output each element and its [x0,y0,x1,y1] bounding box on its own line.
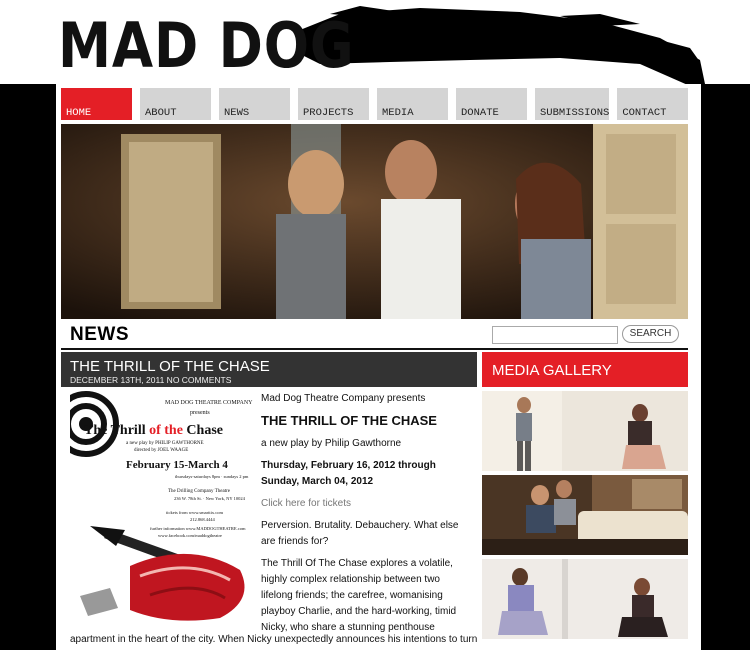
nav-home[interactable]: Home [61,88,132,120]
hero-photo [61,124,688,319]
poster-image[interactable]: MAD DOG THEATRE COMPANY presents The Thr… [70,390,255,626]
nav-contact[interactable]: Contact [617,88,689,120]
poster-company: MAD DOG THEATRE COMPANY [165,400,253,406]
post-body: Mad Dog Theatre Company presents THE THR… [261,391,469,642]
main-nav: Home About News Projects Media Donate Su… [61,88,691,120]
poster-art: MAD DOG THEATRE COMPANY presents The Thr… [70,391,253,621]
poster-address: 236 W. 78th St. · New York, NY 10024 [174,496,246,502]
nav-donate[interactable]: Donate [456,88,527,120]
post-summary: The Thrill Of The Chase explores a volat… [261,558,457,633]
hero-image [61,124,688,319]
poster-fb: www.facebook.com/maddogtheatre [158,533,222,538]
poster-venue: The Drilling Company Theatre [168,489,231,494]
post-play-title: THE THRILL OF THE CHASE [261,413,437,428]
search-button[interactable]: SEARCH [622,325,679,343]
ticket-link[interactable]: Click here for tickets [261,496,469,512]
page-content: Home About News Projects Media Donate Su… [56,84,701,650]
post-dates: Thursday, February 16, 2012 through Sund… [261,460,436,487]
poster-tickets: tickets from www.smarttix.com [166,510,223,515]
nav-projects[interactable]: Projects [298,88,369,120]
nav-news[interactable]: News [219,88,290,120]
media-gallery-title: MEDIA GALLERY [492,362,612,379]
nav-submissions[interactable]: Submissions [535,88,610,120]
gallery-photo-3 [482,559,688,639]
gallery-thumbnail-3[interactable] [482,559,688,639]
nav-about[interactable]: About [140,88,211,120]
poster-title: The Thrill of the Chase [84,423,223,438]
post-summary-continued: apartment in the heart of the city. When… [70,634,478,645]
poster-schedule: thursdays-saturdays 8pm · sundays 2 pm [175,474,249,479]
post-presenter: Mad Dog Theatre Company presents [261,393,426,404]
media-gallery-header: MEDIA GALLERY [482,352,688,387]
poster-credit-2: directed by JOEL WAAGE [134,448,188,453]
post-byline: a new play by Philip Gawthorne [261,438,402,449]
post-tagline: Perversion. Brutality. Debauchery. What … [261,520,459,547]
site-logo[interactable]: MAD DOG [58,14,355,78]
poster-info: further information www.MADDOGTHEATRE.co… [150,526,246,531]
nav-media[interactable]: Media [377,88,448,120]
news-bar: NEWS SEARCH [61,320,688,350]
poster-phone: 212.868.4444 [190,517,216,522]
post-header: THE THRILL OF THE CHASE DECEMBER 13TH, 2… [61,352,477,387]
search-input[interactable] [492,326,618,344]
poster-presents: presents [190,410,210,416]
gallery-photo-2 [482,475,688,555]
gallery-photo-1 [482,391,688,471]
poster-dates: February 15-March 4 [126,459,228,471]
post-meta: DECEMBER 13TH, 2011 NO COMMENTS [70,375,232,385]
poster-credit-1: a new play by PHILIP GAWTHORNE [126,441,204,446]
gallery-thumbnail-2[interactable] [482,475,688,555]
page-title: NEWS [70,324,129,345]
gallery-thumbnail-1[interactable] [482,391,688,471]
post-title[interactable]: THE THRILL OF THE CHASE [70,358,270,375]
